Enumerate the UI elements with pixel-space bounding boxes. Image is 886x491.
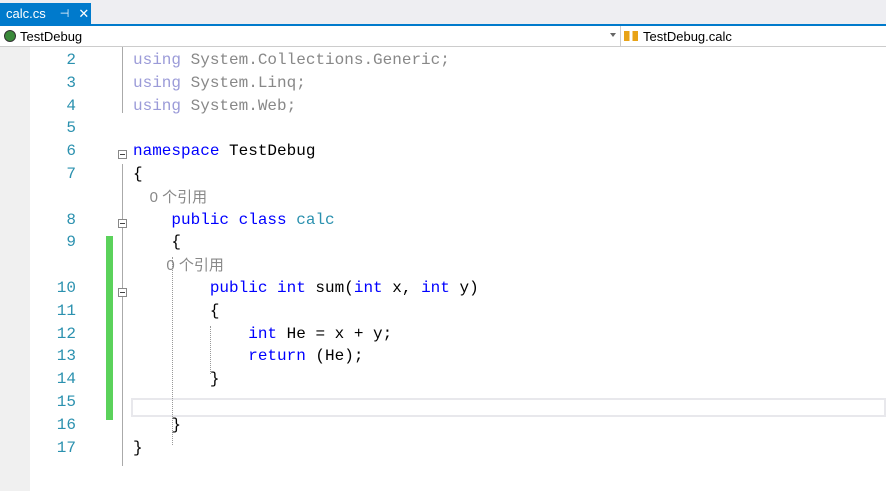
code-token: System.Web; bbox=[181, 96, 297, 115]
keyword: int bbox=[421, 279, 450, 297]
code-line: 15 bbox=[30, 391, 886, 414]
codelens-references: 0 个引用 bbox=[30, 186, 886, 209]
code-line: 9 { bbox=[30, 231, 886, 254]
code-line: 6 namespace TestDebug bbox=[30, 140, 886, 163]
code-token: } bbox=[133, 438, 143, 457]
code-token: { bbox=[133, 165, 143, 183]
member-dropdown[interactable]: TestDebug.calc bbox=[624, 26, 732, 46]
project-name: TestDebug bbox=[20, 28, 83, 44]
code-text: } bbox=[133, 437, 143, 460]
line-number: 10 bbox=[56, 279, 76, 297]
keyword: return bbox=[248, 347, 306, 366]
code-line: 4 using System.Web; bbox=[30, 95, 886, 118]
code-line: 10 public int sum(int x, int y) bbox=[30, 277, 886, 300]
close-icon[interactable]: ✕ bbox=[78, 6, 89, 22]
code-token: } bbox=[133, 415, 182, 434]
code-editor[interactable]: 2 using System.Collections.Generic; 3 using… bbox=[30, 47, 886, 491]
code-text: int He = x + y; bbox=[133, 323, 392, 346]
line-number: 6 bbox=[66, 142, 76, 161]
code-line: 16 } bbox=[30, 414, 886, 437]
code-text: { bbox=[133, 163, 143, 186]
line-number: 11 bbox=[56, 301, 76, 320]
code-text: public int sum(int x, int y) bbox=[133, 277, 479, 300]
line-number: 4 bbox=[66, 96, 76, 115]
type-name: calc bbox=[296, 210, 335, 229]
code-token: y) bbox=[449, 279, 479, 297]
project-icon bbox=[4, 30, 16, 42]
line-number: 15 bbox=[56, 393, 76, 411]
code-text: using System.Collections.Generic; bbox=[133, 49, 450, 72]
keyword: public class bbox=[171, 210, 287, 229]
keyword: public int bbox=[209, 279, 306, 297]
code-text: using System.Linq; bbox=[133, 72, 306, 95]
code-line: 11 { bbox=[30, 300, 886, 323]
code-line: 2 using System.Collections.Generic; bbox=[30, 49, 886, 72]
code-text: { bbox=[133, 300, 220, 323]
code-line: 7{ bbox=[30, 163, 886, 186]
code-token: { bbox=[133, 301, 220, 320]
code-text: 0 个引用 bbox=[133, 186, 208, 210]
keyword: int bbox=[248, 324, 278, 343]
keyword: using bbox=[133, 51, 182, 69]
class-icon bbox=[624, 31, 638, 41]
line-number: 2 bbox=[66, 51, 76, 69]
keyword: int bbox=[353, 279, 383, 297]
code-token: He = x + y; bbox=[277, 324, 393, 343]
code-text: namespace TestDebug bbox=[133, 140, 315, 163]
chevron-down-icon bbox=[610, 33, 616, 37]
code-line: 14 } bbox=[30, 368, 886, 391]
code-text: return (He); bbox=[133, 345, 363, 368]
line-number: 14 bbox=[56, 370, 76, 389]
line-number: 17 bbox=[56, 438, 76, 457]
code-text: } bbox=[133, 414, 181, 437]
code-token: x, bbox=[382, 279, 422, 297]
code-text: } bbox=[133, 368, 220, 391]
codelens-references: 0 个引用 bbox=[30, 254, 886, 277]
project-dropdown[interactable]: TestDebug bbox=[4, 26, 621, 46]
reference-count-link[interactable]: 0 个引用 bbox=[133, 257, 224, 274]
code-token: { bbox=[133, 233, 182, 252]
code-text: { bbox=[133, 231, 181, 254]
code-line: 8 public class calc bbox=[30, 209, 886, 232]
line-number: 3 bbox=[66, 73, 76, 92]
line-number: 5 bbox=[66, 119, 76, 138]
keyword: namespace bbox=[133, 142, 220, 161]
line-number: 9 bbox=[66, 233, 76, 252]
code-token: TestDebug bbox=[219, 142, 316, 161]
keyword: using bbox=[133, 73, 182, 92]
tab-calc-cs[interactable]: calc.cs ⊣ ✕ bbox=[0, 3, 91, 24]
code-text: using System.Web; bbox=[133, 95, 296, 118]
keyword: using bbox=[133, 96, 182, 115]
line-number: 7 bbox=[66, 165, 76, 183]
tab-title: calc.cs bbox=[6, 6, 46, 21]
code-text: 0 个引用 bbox=[133, 254, 224, 278]
line-number: 16 bbox=[56, 415, 76, 434]
line-number: 8 bbox=[66, 210, 76, 229]
pin-icon[interactable]: ⊣ bbox=[60, 7, 70, 20]
document-tab-bar: calc.cs ⊣ ✕ bbox=[0, 0, 886, 26]
code-line: 12 int He = x + y; bbox=[30, 323, 886, 346]
code-token: sum( bbox=[305, 279, 354, 297]
code-token: (He); bbox=[305, 347, 364, 366]
code-line: 3 using System.Linq; bbox=[30, 72, 886, 95]
code-line: 13 return (He); bbox=[30, 345, 886, 368]
reference-count-link[interactable]: 0 个引用 bbox=[133, 189, 208, 206]
code-token: System.Collections.Generic; bbox=[181, 51, 450, 69]
indicator-margin bbox=[0, 47, 30, 491]
code-token: System.Linq; bbox=[181, 73, 306, 92]
member-name: TestDebug.calc bbox=[643, 28, 732, 44]
line-number: 13 bbox=[56, 347, 76, 366]
code-line: 5 bbox=[30, 117, 886, 140]
code-token: } bbox=[133, 370, 220, 389]
line-number: 12 bbox=[56, 324, 76, 343]
navigation-bar: TestDebug TestDebug.calc bbox=[0, 26, 886, 47]
code-text: public class calc bbox=[133, 209, 335, 232]
code-line: 17} bbox=[30, 437, 886, 460]
